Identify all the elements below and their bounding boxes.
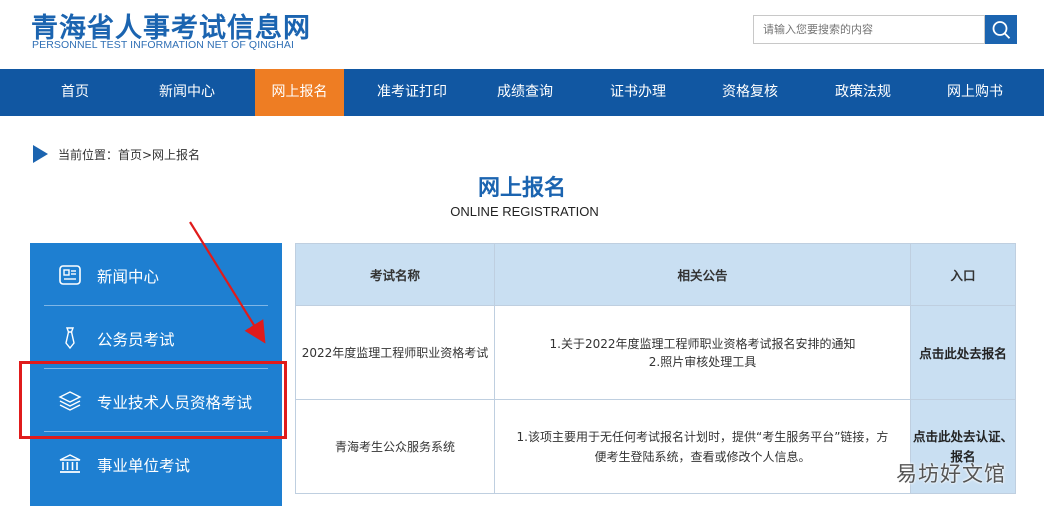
notice-text: 便考生登陆系统，查看或修改个人信息。 [594,449,811,464]
notice-link[interactable]: 1.关于2022年度监理工程师职业资格考试报名安排的通知 [495,335,910,353]
watermark: 易坊好文馆 [896,462,1006,486]
annotation-highlight-box [19,361,287,439]
nav-certificate[interactable]: 证书办理 [597,69,679,116]
search-button[interactable] [985,15,1017,44]
nav-admission-ticket[interactable]: 准考证打印 [366,69,458,116]
sidebar-item-public-institution[interactable]: 事业单位考试 [30,432,282,495]
notice-cell: 1.关于2022年度监理工程师职业资格考试报名安排的通知 2.照片审核处理工具 [494,305,911,400]
building-icon [59,454,81,473]
column-header-notice: 相关公告 [494,243,911,306]
table-row: 2022年度监理工程师职业资格考试 1.关于2022年度监理工程师职业资格考试报… [295,305,1016,400]
entry-link-register[interactable]: 点击此处去报名 [910,305,1016,400]
search-input[interactable] [753,15,985,44]
nav-policy[interactable]: 政策法规 [822,69,904,116]
column-header-exam-name: 考试名称 [295,243,495,306]
annotation-arrow-icon [189,221,266,344]
exam-name-cell: 2022年度监理工程师职业资格考试 [295,305,495,400]
nav-qualification-review[interactable]: 资格复核 [709,69,791,116]
notice-cell: 1.该项主要用于无任何考试报名计划时，提供“考生服务平台”链接，方 便考生登陆系… [494,399,911,494]
notice-text: 1.该项主要用于无任何考试报名计划时，提供“考生服务平台”链接，方 [516,429,889,444]
notice-link[interactable]: 2.照片审核处理工具 [495,353,910,371]
registration-table: 考试名称 相关公告 入口 2022年度监理工程师职业资格考试 1.关于2022年… [295,243,1016,494]
exam-name-cell: 青海考生公众服务系统 [295,399,495,494]
table-header-row: 考试名称 相关公告 入口 [295,243,1016,306]
nav-book-store[interactable]: 网上购书 [934,69,1016,116]
search-icon [992,21,1011,39]
column-header-entry: 入口 [910,243,1016,306]
nav-score-query[interactable]: 成绩查询 [484,69,566,116]
sidebar-item-label: 事业单位考试 [97,457,191,475]
